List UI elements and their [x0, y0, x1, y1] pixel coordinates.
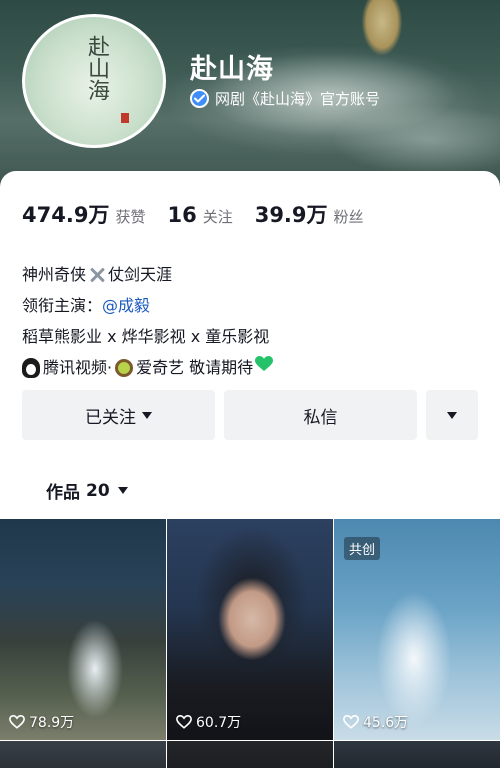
co-creation-tag: 共创	[344, 537, 381, 560]
likes-label: 获赞	[115, 208, 146, 226]
more-button[interactable]	[426, 390, 478, 440]
heart-outline-icon	[9, 714, 25, 729]
verification-text: 网剧《赴山海》官方账号	[215, 90, 381, 108]
caret-down-icon	[447, 411, 457, 419]
bio-line-2: 领衔主演： @成毅	[22, 290, 273, 321]
bio: 神州奇侠 仗剑天涯 领衔主演： @成毅 稻草熊影业 x 烨华影视 x 童乐影视 …	[22, 259, 274, 383]
green-heart-icon	[255, 355, 274, 380]
mention-link[interactable]: @成毅	[102, 293, 150, 318]
heart-outline-icon	[176, 714, 192, 729]
penguin-icon	[22, 357, 40, 378]
bio-line-4-part-a: 腾讯视频·	[43, 358, 113, 377]
followers-count: 39.9万	[254, 203, 328, 227]
avatar-calligraphy: 赴山海	[84, 35, 109, 101]
avatar[interactable]: 赴山海	[22, 14, 166, 148]
message-button-label: 私信	[303, 407, 338, 428]
stat-followers[interactable]: 39.9万 粉丝	[255, 199, 364, 229]
crossed-swords-icon	[87, 267, 107, 283]
video-likes-count: 45.6万	[363, 715, 409, 731]
message-button[interactable]: 私信	[224, 390, 417, 440]
video-likes: 78.9万	[9, 712, 74, 732]
kiwi-icon	[115, 358, 134, 377]
heart-outline-icon	[343, 714, 359, 729]
video-likes: 45.6万	[343, 712, 408, 732]
follow-button[interactable]: 已关注	[22, 390, 215, 440]
video-likes-count: 60.7万	[196, 715, 242, 731]
following-count: 16	[167, 203, 197, 227]
bio-line-4: 腾讯视频· 爱奇艺 敬请期待	[22, 352, 274, 383]
tab-works[interactable]: 作品 20	[46, 478, 128, 503]
bio-line-1-part-b: 仗剑天涯	[108, 265, 173, 284]
stats-row: 474.9万 获赞 16 关注 39.9万 粉丝	[22, 199, 386, 229]
bio-line-2-prefix: 领衔主演：	[22, 296, 103, 315]
works-tab-count: 20	[86, 480, 110, 501]
works-tab-label: 作品	[46, 483, 80, 503]
bio-line-3: 稻草熊影业 x 烨华影视 x 童乐影视	[22, 327, 270, 346]
video-tile[interactable]	[167, 741, 333, 768]
caret-down-icon[interactable]	[117, 487, 128, 494]
video-tile[interactable]: 60.7万	[167, 519, 333, 740]
follow-button-label: 已关注	[85, 407, 136, 428]
followers-label: 粉丝	[333, 208, 364, 226]
profile-name: 赴山海	[190, 54, 274, 85]
video-likes: 60.7万	[176, 712, 241, 732]
video-tile[interactable]: 共创 45.6万	[334, 519, 500, 740]
bio-line-1-part-a: 神州奇侠	[22, 265, 87, 284]
video-tile[interactable]	[0, 741, 166, 768]
stat-likes[interactable]: 474.9万 获赞	[22, 199, 145, 229]
avatar-seal	[121, 113, 129, 123]
video-likes-count: 78.9万	[29, 715, 75, 731]
verification-row: 网剧《赴山海》官方账号	[190, 88, 380, 109]
caret-down-icon	[142, 411, 152, 419]
video-tile[interactable]	[334, 741, 500, 768]
bio-line-1: 神州奇侠 仗剑天涯	[22, 259, 273, 290]
stat-following[interactable]: 16 关注	[167, 203, 232, 227]
banner-figure	[362, 0, 402, 55]
verified-check-icon	[190, 89, 209, 108]
likes-count: 474.9万	[22, 203, 110, 227]
following-label: 关注	[202, 208, 233, 226]
video-tile[interactable]: 78.9万	[0, 519, 166, 740]
bio-line-4-part-b: 爱奇艺 敬请期待	[136, 358, 254, 377]
